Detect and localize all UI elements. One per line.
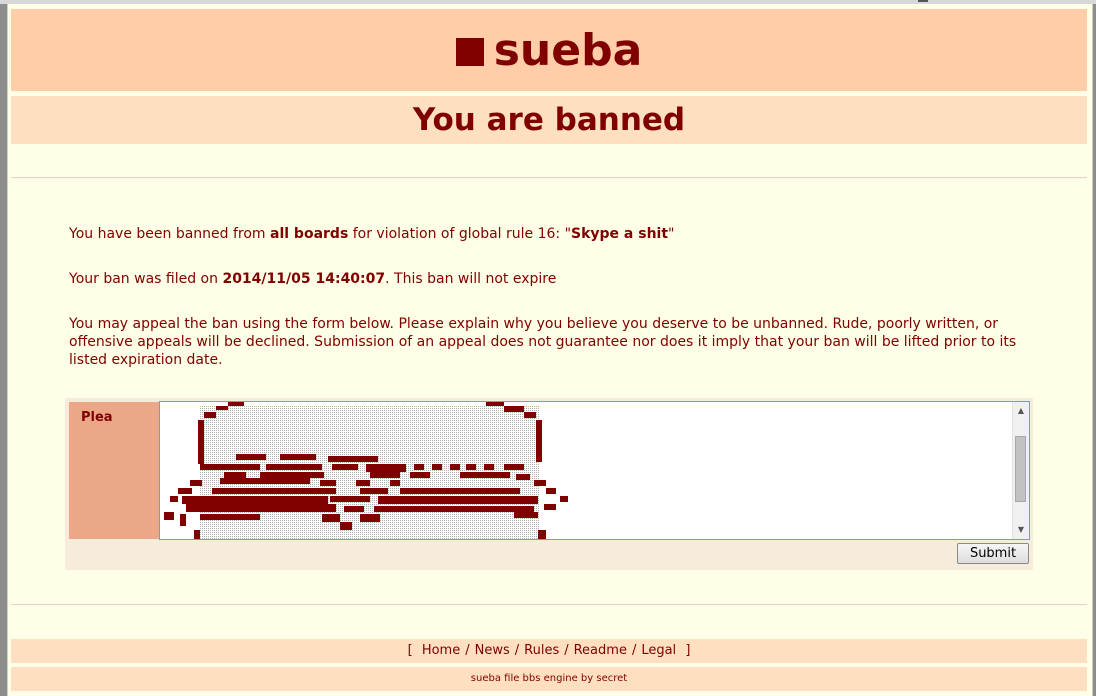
nav-link-readme[interactable]: Readme xyxy=(574,643,627,658)
nav-bracket-open: [ xyxy=(407,643,413,658)
page-window: sueba You are banned You have been banne… xyxy=(7,4,1093,696)
nav-bracket-close: ] xyxy=(685,643,691,658)
appeal-instructions: You may appeal the ban using the form be… xyxy=(69,316,1017,368)
ban-filed-date: 2014/11/05 14:40:07 xyxy=(222,271,386,287)
appeal-form: Plea ▲ ▼ Submit xyxy=(65,398,1033,570)
scroll-down-icon[interactable]: ▼ xyxy=(1013,523,1029,537)
ban-rule-text: for violation of global rule 16: " xyxy=(348,226,572,242)
site-title[interactable]: sueba xyxy=(494,25,643,76)
nav-link-legal[interactable]: Legal xyxy=(641,643,676,658)
ban-expiry-text: . This ban will not expire xyxy=(385,271,557,287)
logo-square-icon xyxy=(455,38,484,66)
nav-separator: / xyxy=(465,643,470,658)
plea-ascii-art xyxy=(164,402,568,539)
ban-reason-close: " xyxy=(668,226,675,242)
nav-separator: / xyxy=(631,643,637,658)
ban-scope-prefix: You have been banned from xyxy=(69,226,271,242)
divider-top xyxy=(11,177,1087,179)
submit-button[interactable]: Submit xyxy=(957,543,1029,564)
scrollbar-thumb[interactable] xyxy=(1015,436,1026,502)
divider-bottom xyxy=(11,604,1087,606)
window-control xyxy=(918,0,928,2)
nav-separator: / xyxy=(514,643,520,658)
ban-date-prefix: Your ban was filed on xyxy=(69,271,223,287)
plea-textarea[interactable]: ▲ ▼ xyxy=(159,401,1030,540)
nav-link-home[interactable]: Home xyxy=(422,643,460,658)
ban-date-text: Your ban was filed on 2014/11/05 14:40:0… xyxy=(69,270,1029,288)
page-banner: You are banned xyxy=(11,96,1087,144)
textarea-scrollbar[interactable]: ▲ ▼ xyxy=(1012,402,1029,539)
site-header: sueba xyxy=(11,9,1087,91)
ban-scope: all boards xyxy=(270,226,349,242)
page-title: You are banned xyxy=(412,102,686,138)
footer-credit: sueba file bbs engine by secret xyxy=(11,667,1087,691)
footer-nav: [ Home / News / Rules / Readme / Legal ] xyxy=(11,639,1087,663)
scroll-up-icon[interactable]: ▲ xyxy=(1013,404,1029,418)
plea-label: Plea xyxy=(69,402,159,539)
ban-reason: Skype a shit xyxy=(571,226,669,242)
ban-scope-text: You have been banned from all boards for… xyxy=(69,225,1029,243)
nav-link-rules[interactable]: Rules xyxy=(524,643,559,658)
nav-link-news[interactable]: News xyxy=(475,643,510,658)
nav-separator: / xyxy=(564,643,569,658)
